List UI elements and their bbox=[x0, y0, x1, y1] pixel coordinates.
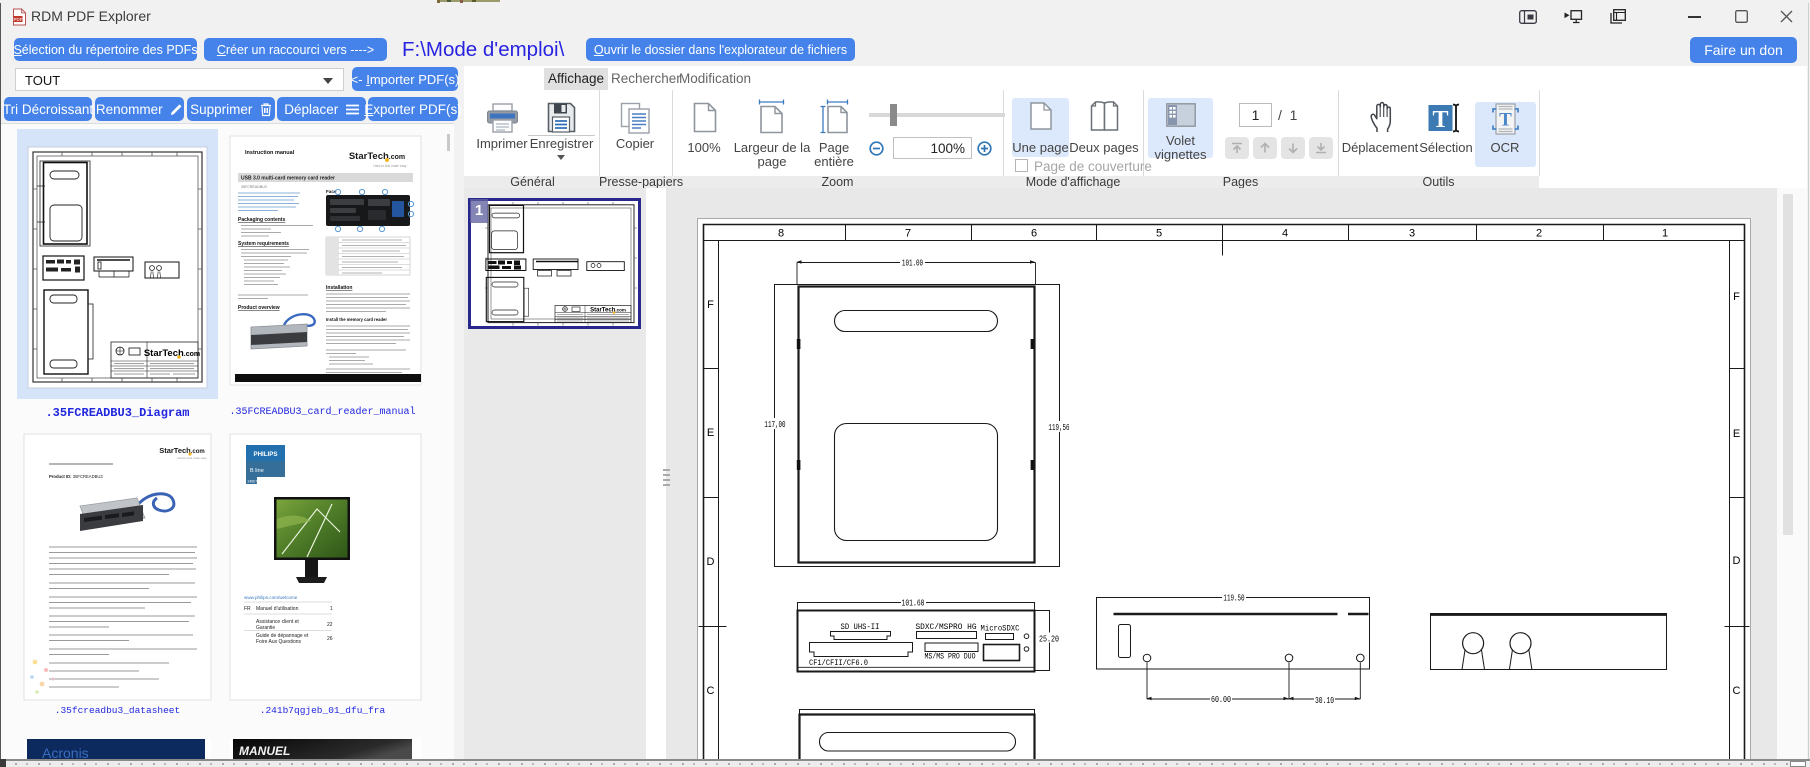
svg-text:4: 4 bbox=[1282, 228, 1288, 240]
svg-text:B line: B line bbox=[250, 468, 264, 474]
svg-text:MicroSDXC: MicroSDXC bbox=[981, 625, 1020, 633]
svg-text:60.00: 60.00 bbox=[1211, 695, 1231, 705]
svg-text:Foire Aux Questions: Foire Aux Questions bbox=[256, 639, 302, 645]
svg-text:22: 22 bbox=[327, 622, 333, 628]
svg-text:Installation: Installation bbox=[326, 285, 352, 291]
svg-text:PDF: PDF bbox=[14, 17, 23, 22]
svg-text:101.60: 101.60 bbox=[902, 598, 925, 609]
svg-text:C: C bbox=[1733, 685, 1741, 697]
svg-text:E: E bbox=[1733, 428, 1740, 440]
svg-text:25.20: 25.20 bbox=[1039, 635, 1059, 645]
svg-text:D: D bbox=[707, 556, 715, 568]
svg-text:CF1/CFII/CF6.0: CF1/CFII/CF6.0 bbox=[809, 660, 868, 668]
svg-text:Packaging contents: Packaging contents bbox=[238, 217, 285, 223]
svg-text:MS/MS PRO DUO: MS/MS PRO DUO bbox=[924, 653, 976, 662]
svg-text:Hard-to-find made easy: Hard-to-find made easy bbox=[177, 456, 207, 460]
svg-text:8: 8 bbox=[778, 228, 784, 240]
svg-text:1: 1 bbox=[330, 606, 333, 612]
svg-text:5: 5 bbox=[1156, 228, 1162, 240]
svg-text:System requirements: System requirements bbox=[238, 241, 289, 247]
svg-text:SD UHS-II: SD UHS-II bbox=[841, 624, 880, 632]
svg-text:FR: FR bbox=[244, 606, 251, 612]
svg-text:E: E bbox=[707, 427, 714, 439]
svg-text:MANUEL: MANUEL bbox=[239, 744, 290, 758]
svg-text:Hard-to-find made easy: Hard-to-find made easy bbox=[373, 164, 407, 168]
svg-text:D: D bbox=[1733, 555, 1741, 567]
svg-text:Product overview: Product overview bbox=[238, 305, 280, 311]
svg-text:PHILIPS: PHILIPS bbox=[253, 451, 277, 458]
svg-text:Instruction manual: Instruction manual bbox=[245, 150, 295, 156]
svg-text:T: T bbox=[1432, 107, 1448, 133]
svg-text:1: 1 bbox=[1662, 228, 1668, 240]
svg-text:F: F bbox=[1733, 291, 1740, 303]
svg-text:C: C bbox=[707, 685, 715, 697]
svg-text:SDXC/MSPRO HG: SDXC/MSPRO HG bbox=[915, 623, 976, 632]
svg-text:Manuel d'utilisation: Manuel d'utilisation bbox=[256, 606, 299, 612]
svg-text:246E7: 246E7 bbox=[248, 480, 258, 484]
svg-text:119.50: 119.50 bbox=[1223, 593, 1244, 604]
svg-text:101.00: 101.00 bbox=[902, 258, 923, 269]
svg-text:F: F bbox=[707, 299, 714, 311]
svg-text:119,56: 119,56 bbox=[1048, 423, 1069, 434]
svg-text:6: 6 bbox=[1031, 228, 1037, 240]
svg-text:117,00: 117,00 bbox=[764, 420, 785, 431]
svg-text:Install the memory card reader: Install the memory card reader bbox=[326, 317, 387, 322]
svg-text:T: T bbox=[1499, 110, 1512, 131]
svg-text:Product ID: 35FCREADBU3: Product ID: 35FCREADBU3 bbox=[49, 474, 103, 479]
svg-text:USB 3.0 multi-card memory card: USB 3.0 multi-card memory card reader bbox=[241, 176, 335, 182]
svg-text:Garantie: Garantie bbox=[256, 625, 275, 631]
svg-text:26: 26 bbox=[327, 636, 333, 642]
svg-text:35FCREADBU3: 35FCREADBU3 bbox=[241, 185, 267, 189]
svg-text:www.philips.com/welcome: www.philips.com/welcome bbox=[244, 595, 298, 600]
svg-text:30.10: 30.10 bbox=[1315, 696, 1334, 707]
svg-text:2: 2 bbox=[1536, 228, 1542, 240]
svg-text:3: 3 bbox=[1409, 228, 1415, 240]
svg-text:7: 7 bbox=[905, 228, 911, 240]
